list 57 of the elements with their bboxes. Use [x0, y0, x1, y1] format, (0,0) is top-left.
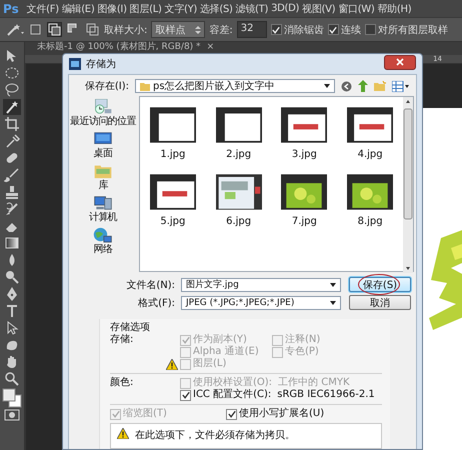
file-name[interactable]: 1.jpg	[160, 149, 186, 160]
app-logo: Ps	[3, 2, 19, 16]
menu-item[interactable]: 编辑(E)	[62, 2, 94, 16]
menu-item[interactable]: 3D(D)	[271, 3, 300, 14]
tolerance-label: 容差:	[209, 24, 233, 36]
checkbox-label: 使用校样设置(O):	[193, 377, 272, 388]
file-name[interactable]: 3.jpg	[292, 149, 317, 160]
file-name-field[interactable]: 图片文字.jpg	[181, 278, 341, 292]
save-in-label: 保存在(I):	[84, 80, 129, 93]
setting-value: 工作中的 CMYK	[278, 377, 350, 389]
checkbox-label: 缩览图(T)	[123, 408, 167, 420]
sample-size-dropdown[interactable]: 取样点	[151, 21, 206, 38]
checkbox-label: 连续	[340, 24, 361, 36]
place-label[interactable]: 库	[98, 180, 108, 192]
place-label[interactable]: 最近访问的位置	[70, 116, 136, 128]
menu-item[interactable]: 图层(L)	[130, 2, 162, 16]
menu-item[interactable]: 窗口(W)	[338, 2, 374, 16]
file-name[interactable]: 6.jpg	[226, 216, 252, 227]
sample-size-label: 取样大小:	[104, 24, 148, 36]
section-title: 存储选项	[110, 322, 151, 334]
format-label: 格式(F):	[137, 296, 176, 310]
folder-dropdown[interactable]: ps怎么把图片嵌入到文字中	[135, 79, 335, 93]
place-label[interactable]: 网络	[94, 244, 112, 256]
file-name-label: 文件名(N):	[125, 278, 176, 292]
group-label: 存储:	[110, 334, 134, 347]
checkbox-label[interactable]: 使用小写扩展名(U)	[239, 408, 324, 420]
menu-item[interactable]: 选择(S)	[200, 2, 233, 16]
file-name[interactable]: 4.jpg	[358, 149, 383, 160]
file-name[interactable]: 7.jpg	[292, 216, 317, 227]
menu-item[interactable]: 滤镜(T)	[236, 2, 268, 16]
checkbox-label: 专色(P)	[285, 346, 319, 358]
file-name[interactable]: 5.jpg	[160, 216, 186, 227]
menu-item[interactable]: 文件(F)	[26, 2, 59, 16]
format-dropdown[interactable]: JPEG (*.JPG;*.JPEG;*.JPE)	[181, 296, 341, 310]
checkbox-label[interactable]: ICC 配置文件(C):	[193, 389, 272, 401]
save-button[interactable]: 保存(S)	[349, 277, 411, 292]
file-name[interactable]: 2.jpg	[226, 149, 252, 160]
warning-text: 在此选项下，文件必须存储为拷贝。	[135, 428, 295, 442]
place-label[interactable]: 计算机	[88, 212, 118, 224]
menu-item[interactable]: 图像(I)	[97, 2, 127, 16]
menu-item[interactable]: 视图(V)	[302, 2, 336, 16]
cancel-button[interactable]: 取消	[349, 295, 411, 310]
checkbox-label: 注释(N)	[285, 334, 320, 346]
checkbox-label: 作为副本(Y)	[193, 334, 247, 346]
menu-item[interactable]: 文字(Y)	[164, 2, 197, 16]
file-name[interactable]: 8.jpg	[358, 216, 383, 227]
checkbox-label: 消除锯齿	[284, 24, 324, 36]
menu-item[interactable]: 帮助(H)	[378, 2, 412, 16]
group-label: 颜色:	[110, 377, 134, 390]
place-label[interactable]: 桌面	[94, 148, 112, 160]
checkbox-label: 图层(L)	[193, 358, 226, 370]
tolerance-field[interactable]: 32	[236, 21, 267, 38]
checkbox-label: Alpha 通道(E)	[193, 346, 259, 358]
setting-value: sRGB IEC61966-2.1	[277, 389, 375, 401]
close-tab-button[interactable]: ×	[206, 42, 214, 52]
dialog-title: 存储为	[86, 58, 117, 71]
checkbox-label: 对所有图层取样	[378, 24, 448, 36]
